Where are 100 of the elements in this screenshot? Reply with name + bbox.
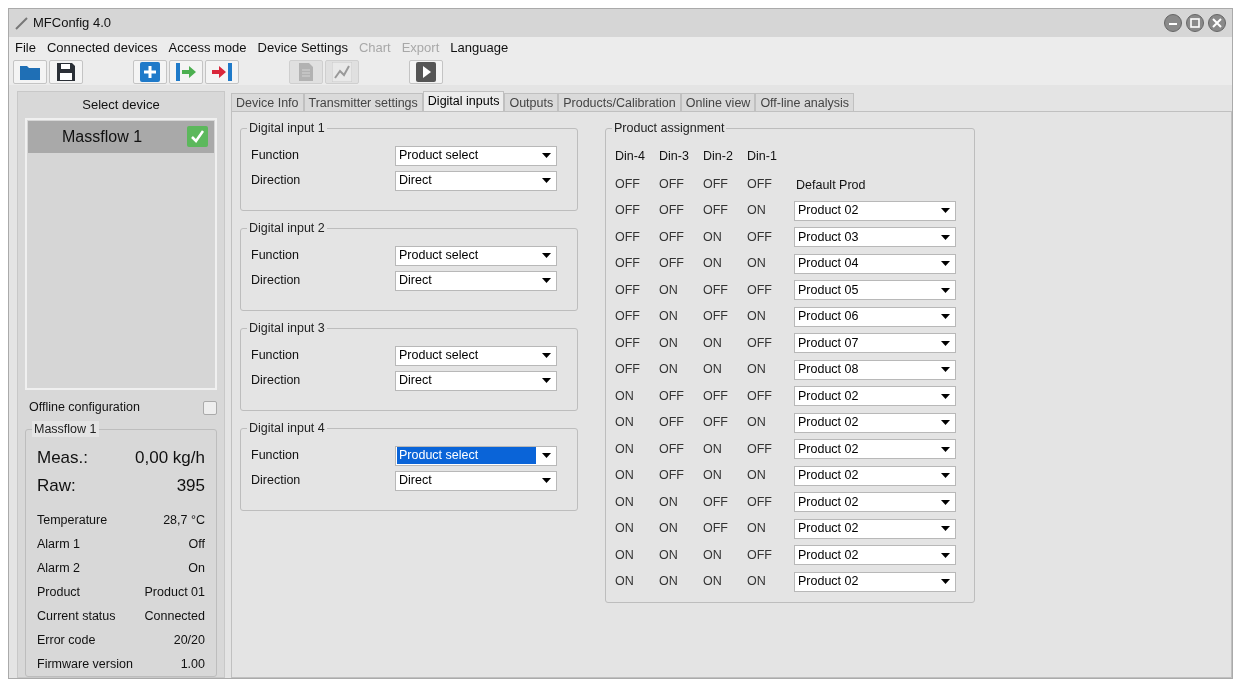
status-value: 1.00 xyxy=(180,655,205,673)
close-button[interactable] xyxy=(1208,14,1226,32)
arrow-in-icon xyxy=(175,62,197,82)
tab[interactable]: Off-line analysis xyxy=(755,93,855,111)
status-label: Firmware version xyxy=(37,655,133,673)
tab[interactable]: Outputs xyxy=(504,93,559,111)
toolbar-button[interactable] xyxy=(49,60,83,84)
minimize-button[interactable] xyxy=(1164,14,1182,32)
toolbar-button[interactable] xyxy=(409,60,443,84)
device-item[interactable]: Massflow 1 xyxy=(28,120,214,153)
state-cell-text: OFF xyxy=(703,414,729,432)
dropdown[interactable]: Product 02 xyxy=(794,386,956,407)
dropdown[interactable]: Product 02 xyxy=(794,492,956,513)
group-title: Digital input 3 xyxy=(247,320,327,336)
state-cell-text: ON xyxy=(747,361,767,379)
sidebar-title: Select device xyxy=(81,96,161,114)
dropdown[interactable]: Product 02 xyxy=(794,571,956,592)
dropdown[interactable]: Product select xyxy=(395,345,557,366)
state-cell-text: OFF xyxy=(659,255,685,273)
dropdown[interactable]: Product 03 xyxy=(794,227,956,248)
field-label: Function xyxy=(251,147,300,165)
field-label: Function xyxy=(251,347,300,365)
tab[interactable]: Digital inputs xyxy=(422,91,505,111)
state-cell-text: ON xyxy=(703,546,723,564)
tab[interactable]: Online view xyxy=(680,93,756,111)
group-title: Digital input 4 xyxy=(247,420,327,436)
state-cell-text: OFF xyxy=(615,202,641,220)
state-cell-text: OFF xyxy=(747,175,773,193)
state-cell-text: ON xyxy=(615,387,635,405)
offline-checkbox[interactable] xyxy=(203,400,217,415)
caret-icon xyxy=(542,453,551,458)
caret-icon xyxy=(542,278,551,283)
caret-icon xyxy=(941,579,950,585)
dropdown[interactable]: Product select xyxy=(395,145,557,166)
state-cell-text: ON xyxy=(615,440,635,458)
field-label: Function xyxy=(251,247,300,265)
state-cell-text: OFF xyxy=(659,467,685,485)
close-icon xyxy=(1212,18,1222,28)
state-cell-text: OFF xyxy=(747,387,773,405)
dropdown[interactable]: Direct xyxy=(395,270,557,291)
menu-item[interactable]: Language xyxy=(450,38,509,58)
dropdown[interactable]: Direct xyxy=(395,470,557,491)
state-cell-text: OFF xyxy=(703,493,729,511)
dropdown[interactable]: Product 02 xyxy=(794,439,956,460)
menu-item[interactable]: Device Settings xyxy=(257,38,348,58)
document-icon xyxy=(298,62,314,82)
caret-icon xyxy=(941,393,950,399)
state-cell-text: OFF xyxy=(747,281,773,299)
dropdown[interactable]: Product 02 xyxy=(794,545,956,566)
state-cell-text: ON xyxy=(659,546,679,564)
state-cell-text: OFF xyxy=(703,202,729,220)
state-cell-text: ON xyxy=(703,361,723,379)
tab[interactable]: Transmitter settings xyxy=(303,93,423,111)
dropdown[interactable]: Product 05 xyxy=(794,280,956,301)
field-label: Direction xyxy=(251,172,302,190)
caret-icon xyxy=(542,253,551,258)
tab[interactable]: Products/Calibration xyxy=(558,93,681,111)
state-cell-text: OFF xyxy=(659,202,685,220)
dropdown[interactable]: Product 02 xyxy=(794,518,956,539)
state-cell-text: ON xyxy=(615,414,635,432)
caret-icon xyxy=(542,378,551,383)
dropdown[interactable]: Product 04 xyxy=(794,253,956,274)
dropdown[interactable]: Product 02 xyxy=(794,465,956,486)
state-cell-text: ON xyxy=(703,440,723,458)
dropdown[interactable]: Product select xyxy=(395,445,557,466)
state-cell-text: OFF xyxy=(747,228,773,246)
state-cell-text: ON xyxy=(703,334,723,352)
dropdown[interactable]: Product 02 xyxy=(794,412,956,433)
dropdown[interactable]: Product 06 xyxy=(794,306,956,327)
maximize-button[interactable] xyxy=(1186,14,1204,32)
dropdown[interactable]: Product 02 xyxy=(794,200,956,221)
reading-value: 395 xyxy=(176,475,205,498)
caret-icon xyxy=(542,178,551,183)
caret-icon xyxy=(941,499,950,505)
caret-icon xyxy=(941,314,950,320)
menu-item[interactable]: Access mode xyxy=(168,38,247,58)
menu-item[interactable]: Connected devices xyxy=(46,38,158,58)
tab[interactable]: Device Info xyxy=(231,93,304,111)
status-label: Alarm 2 xyxy=(37,559,81,577)
group-title: Digital input 2 xyxy=(247,220,327,236)
menu-item[interactable]: File xyxy=(15,38,36,58)
status-value: 28,7 °C xyxy=(163,511,205,529)
state-cell-text: ON xyxy=(659,573,679,591)
state-cell-text: ON xyxy=(747,520,767,538)
state-cell-text: OFF xyxy=(615,308,641,326)
dropdown[interactable]: Product select xyxy=(395,245,557,266)
caret-icon xyxy=(941,234,950,240)
status-value: 20/20 xyxy=(173,631,205,649)
play-icon xyxy=(416,62,436,82)
dropdown[interactable]: Direct xyxy=(395,170,557,191)
caret-icon xyxy=(941,208,950,214)
dropdown[interactable]: Product 08 xyxy=(794,359,956,380)
dropdown[interactable]: Product 07 xyxy=(794,333,956,354)
window-title: MFConfig 4.0 xyxy=(33,14,112,33)
reading-value: 0,00 kg/h xyxy=(135,447,205,470)
state-cell-text: OFF xyxy=(659,414,685,432)
state-cell-text: OFF xyxy=(615,228,641,246)
state-cell-text: ON xyxy=(615,546,635,564)
column-header: Din-2 xyxy=(703,147,734,165)
dropdown[interactable]: Direct xyxy=(395,370,557,391)
